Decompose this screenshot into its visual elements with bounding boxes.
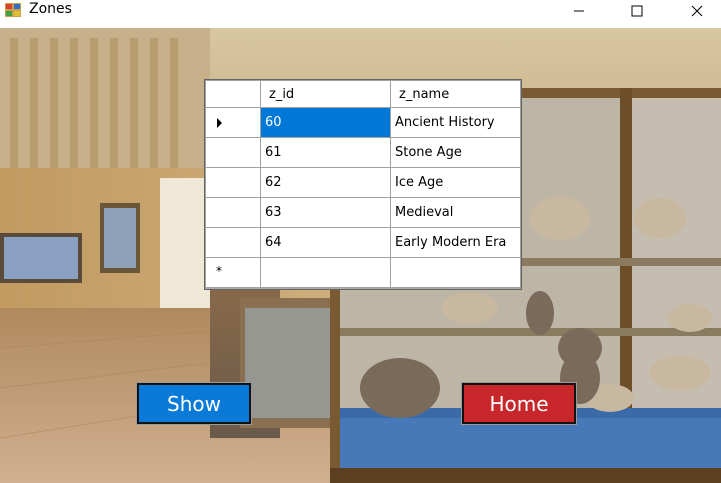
minimize-button[interactable]	[556, 0, 602, 22]
table-row[interactable]: 60 Ancient History	[205, 107, 521, 138]
cell-z-id[interactable]	[260, 257, 391, 288]
row-header[interactable]: *	[205, 257, 261, 288]
maximize-icon	[631, 5, 643, 17]
home-button[interactable]: Home	[461, 382, 577, 425]
maximize-button[interactable]	[614, 0, 660, 22]
cell-z-name[interactable]: Medieval	[390, 197, 521, 228]
row-header[interactable]	[205, 227, 261, 258]
cell-z-id[interactable]: 60	[260, 107, 391, 138]
corner-header[interactable]	[205, 80, 261, 108]
current-row-arrow-icon	[217, 118, 222, 128]
cell-z-id[interactable]: 61	[260, 137, 391, 168]
minimize-icon	[574, 10, 584, 12]
column-header-z-name[interactable]: z_name	[390, 80, 521, 108]
show-button[interactable]: Show	[136, 382, 252, 425]
table-row[interactable]: 64 Early Modern Era	[205, 227, 521, 258]
cell-z-name[interactable]: Ice Age	[390, 167, 521, 198]
title-bar[interactable]: Zones	[0, 0, 721, 28]
row-header[interactable]	[205, 137, 261, 168]
table-row[interactable]: 63 Medieval	[205, 197, 521, 228]
app-icon	[5, 3, 21, 17]
new-row[interactable]: *	[205, 257, 521, 288]
cell-z-id[interactable]: 64	[260, 227, 391, 258]
grid-header-row: z_id z_name	[205, 80, 521, 108]
close-button[interactable]	[674, 0, 720, 22]
zones-window: Zones z_id z_name 60 Ancient History 61 …	[0, 0, 721, 483]
cell-z-name[interactable]: Stone Age	[390, 137, 521, 168]
cell-z-name[interactable]: Early Modern Era	[390, 227, 521, 258]
zones-data-grid[interactable]: z_id z_name 60 Ancient History 61 Stone …	[204, 79, 522, 290]
cell-z-name[interactable]: Ancient History	[390, 107, 521, 138]
row-header[interactable]	[205, 197, 261, 228]
cell-z-name[interactable]	[390, 257, 521, 288]
window-title: Zones	[29, 1, 72, 17]
table-row[interactable]: 62 Ice Age	[205, 167, 521, 198]
table-row[interactable]: 61 Stone Age	[205, 137, 521, 168]
new-row-marker-icon: *	[216, 264, 222, 278]
cell-z-id[interactable]: 62	[260, 167, 391, 198]
cell-z-id[interactable]: 63	[260, 197, 391, 228]
close-icon	[691, 5, 703, 17]
zones-table: z_id z_name 60 Ancient History 61 Stone …	[205, 80, 521, 288]
row-header[interactable]	[205, 167, 261, 198]
column-header-z-id[interactable]: z_id	[260, 80, 391, 108]
row-header[interactable]	[205, 107, 261, 138]
